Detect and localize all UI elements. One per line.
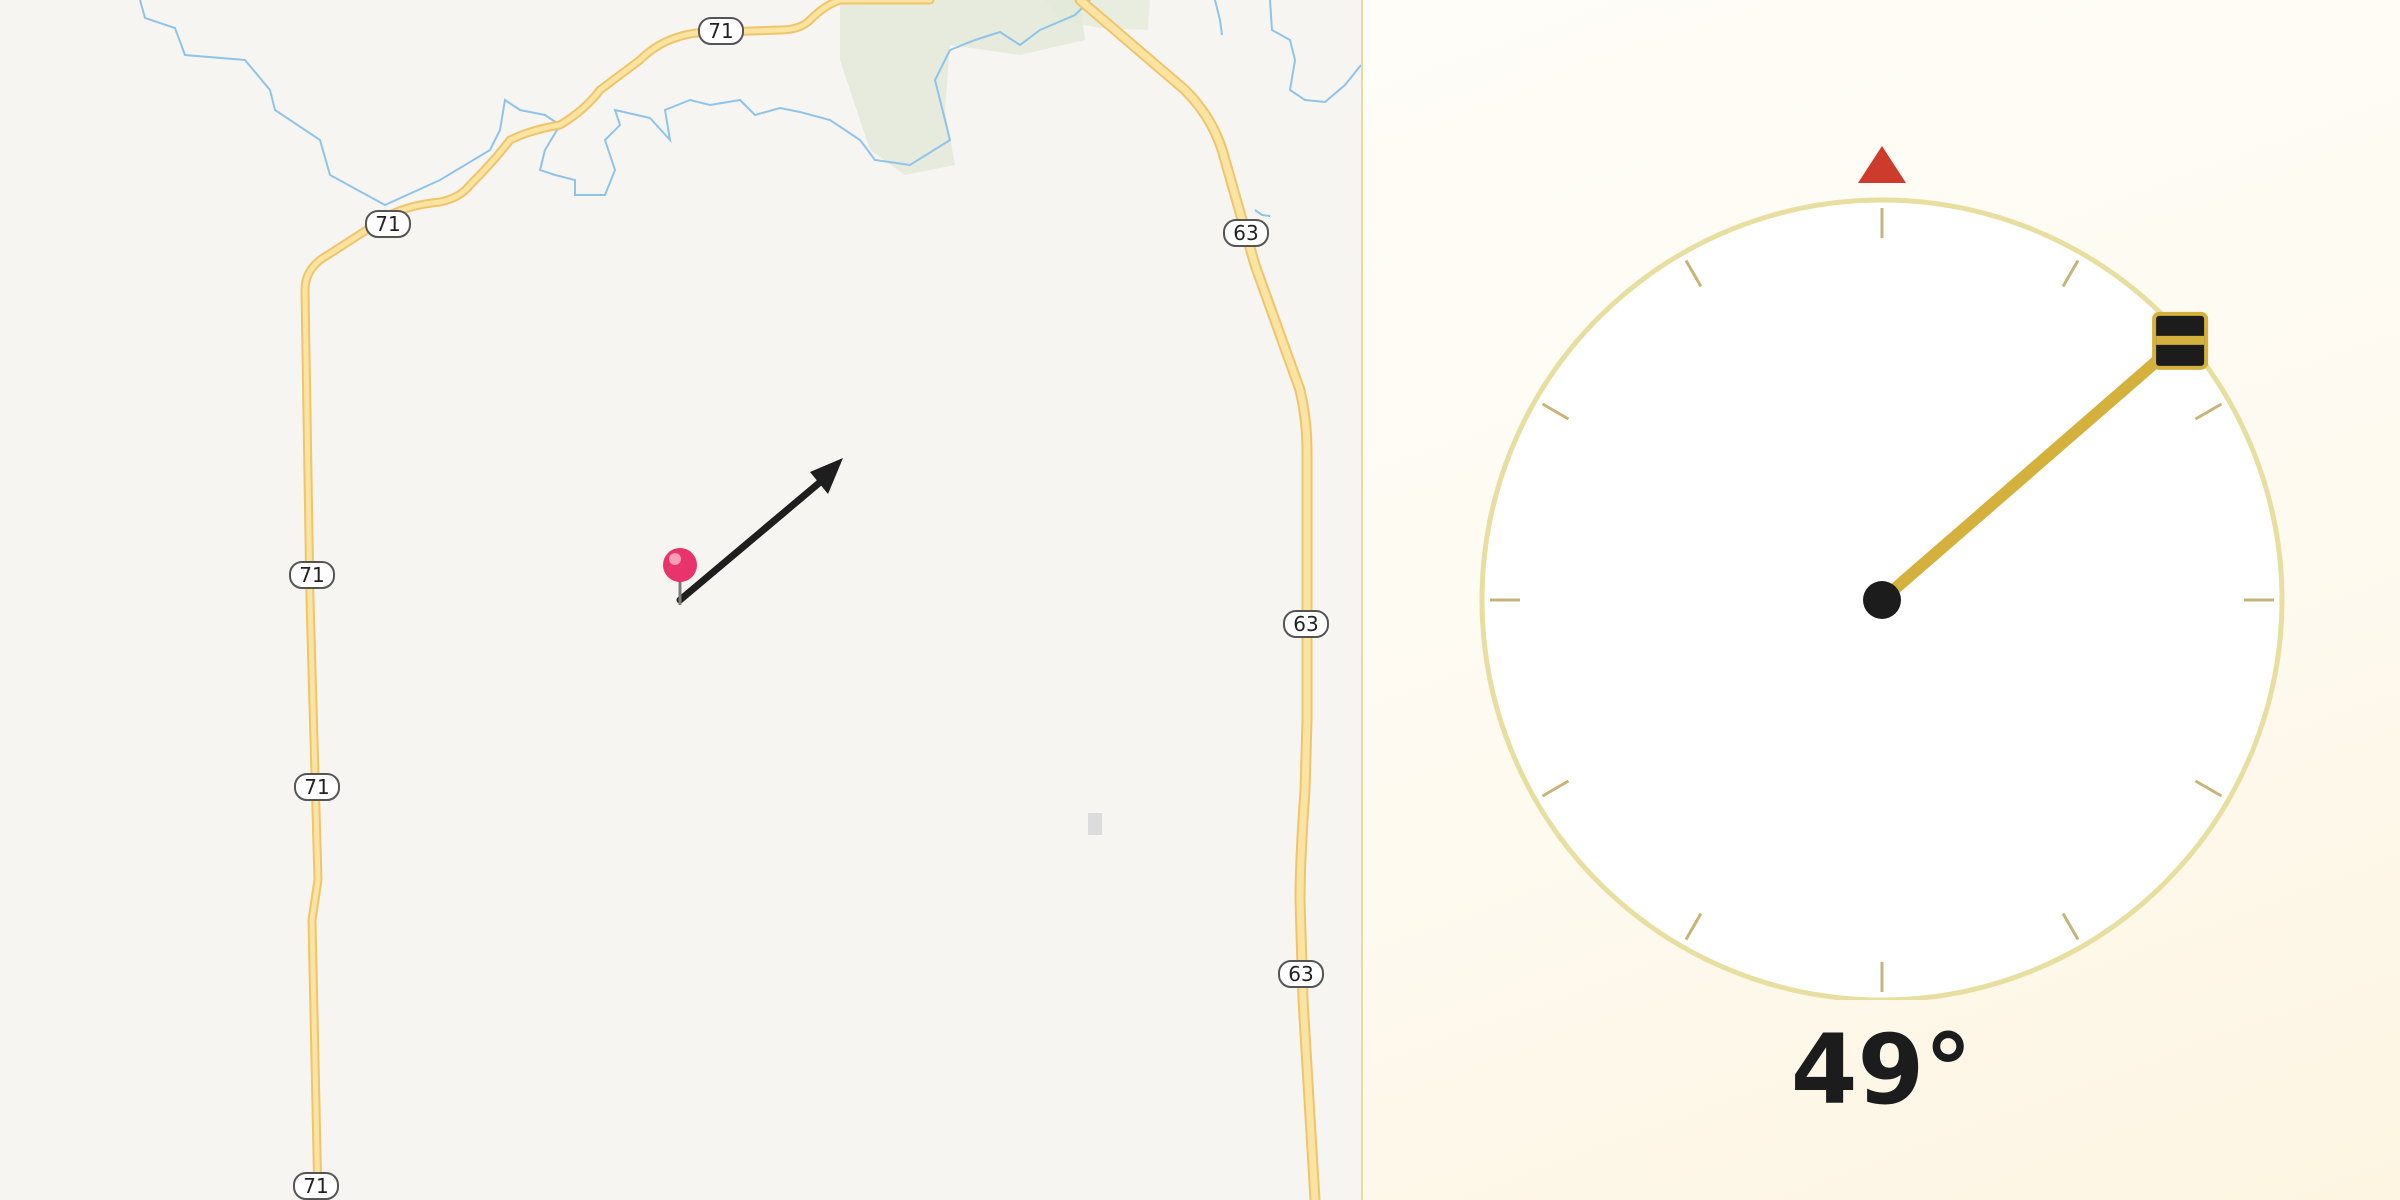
svg-text:71: 71 xyxy=(299,563,324,587)
svg-text:63: 63 xyxy=(1288,962,1313,986)
route-shield-71: 71 xyxy=(698,17,744,45)
compass-panel: 49° xyxy=(1363,0,2400,1200)
svg-text:63: 63 xyxy=(1293,612,1318,636)
river xyxy=(1254,209,1271,217)
heading-arrow xyxy=(676,458,843,604)
svg-text:71: 71 xyxy=(303,1174,328,1198)
route-shield-71: 71 xyxy=(365,210,411,238)
route-shield-71: 71 xyxy=(294,773,340,801)
svg-text:71: 71 xyxy=(708,19,733,43)
map-canvas[interactable]: 71 71 71 71 71 63 63 63 xyxy=(0,0,1361,1200)
map-view[interactable]: 71 71 71 71 71 63 63 63 xyxy=(0,0,1361,1200)
road-71 xyxy=(300,0,935,1200)
route-shield-71: 71 xyxy=(289,561,335,589)
north-marker-icon xyxy=(1858,146,1906,183)
route-shield-63: 63 xyxy=(1278,960,1324,988)
compass-hub xyxy=(1863,581,1901,619)
needle-drag-handle-icon[interactable] xyxy=(2152,311,2209,370)
route-shield-63: 63 xyxy=(1223,219,1269,247)
svg-text:71: 71 xyxy=(375,212,400,236)
building xyxy=(1088,813,1102,835)
river xyxy=(1269,0,1361,104)
svg-text:71: 71 xyxy=(304,775,329,799)
svg-text:63: 63 xyxy=(1233,221,1258,245)
location-pin-icon[interactable] xyxy=(663,548,697,605)
compass-dial xyxy=(1479,146,2285,1000)
heading-readout: 49° xyxy=(1790,1014,1973,1126)
route-shield-63: 63 xyxy=(1283,610,1329,638)
road-63 xyxy=(1074,0,1321,1200)
river xyxy=(1214,0,1223,36)
route-shield-71: 71 xyxy=(293,1172,339,1200)
